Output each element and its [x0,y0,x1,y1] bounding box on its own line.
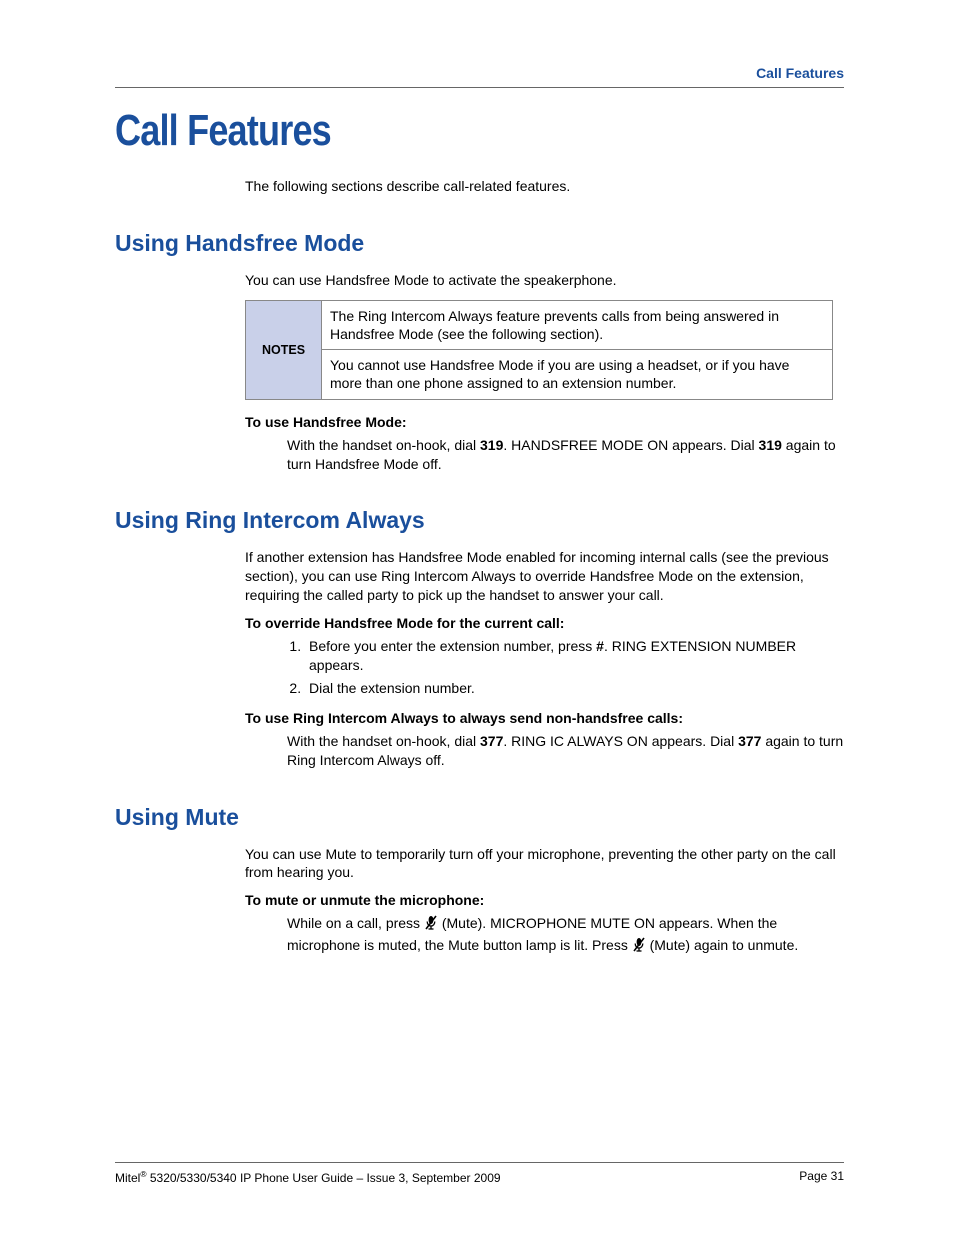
section-heading-mute: Using Mute [115,804,844,831]
numbered-list: Before you enter the extension number, p… [305,637,844,698]
step-heading: To use Handsfree Mode: [245,414,844,430]
section-heading-handsfree: Using Handsfree Mode [115,230,844,257]
ring-intro: If another extension has Handsfree Mode … [245,548,844,605]
key-hash: # [596,638,604,654]
mute-icon [424,915,438,936]
section-heading-ring: Using Ring Intercom Always [115,507,844,534]
footer-brand: Mitel [115,1171,140,1185]
dial-code: 319 [480,437,503,453]
document-page: Call Features Call Features The followin… [0,0,954,1235]
mute-icon [632,937,646,958]
note-item: The Ring Intercom Always feature prevent… [322,301,832,349]
step-heading: To mute or unmute the microphone: [245,892,844,908]
text-fragment: again to unmute. [690,937,798,953]
step-heading: To override Handsfree Mode for the curre… [245,615,844,631]
step-text: With the handset on-hook, dial 319. HAND… [287,436,844,474]
step-heading: To use Ring Intercom Always to always se… [245,710,844,726]
chapter-intro: The following sections describe call-rel… [245,178,844,194]
step-text: While on a call, press (Mute). MICROPHON… [287,914,844,958]
dial-code: 377 [480,733,503,749]
handsfree-intro: You can use Handsfree Mode to activate t… [245,271,844,290]
dial-code: 319 [759,437,782,453]
footer-left: Mitel® 5320/5330/5340 IP Phone User Guid… [115,1169,501,1185]
list-item: Dial the extension number. [305,679,844,698]
running-header: Call Features [115,65,844,81]
text-fragment: With the handset on-hook, dial [287,437,480,453]
dial-code: 377 [738,733,761,749]
footer-doc-info: 5320/5330/5340 IP Phone User Guide – Iss… [147,1171,501,1185]
section-ring-intercom: Using Ring Intercom Always If another ex… [115,507,844,769]
text-fragment: . HANDSFREE MODE ON appears. Dial [503,437,758,453]
text-fragment: Before you enter the extension number, p… [309,638,596,654]
page-footer: Mitel® 5320/5330/5340 IP Phone User Guid… [115,1162,844,1185]
step-text: With the handset on-hook, dial 377. RING… [287,732,844,770]
note-item: You cannot use Handsfree Mode if you are… [322,350,832,398]
text-fragment: . RING IC ALWAYS ON appears. Dial [503,733,738,749]
mute-intro: You can use Mute to temporarily turn off… [245,845,844,883]
page-number: Page 31 [799,1169,844,1185]
notes-box: NOTES The Ring Intercom Always feature p… [245,300,833,400]
text-fragment: While on a call, press [287,915,424,931]
header-rule [115,87,844,88]
notes-label: NOTES [246,300,322,399]
list-item: Before you enter the extension number, p… [305,637,844,675]
icon-label: (Mute) [442,915,482,931]
section-handsfree: Using Handsfree Mode You can use Handsfr… [115,230,844,473]
section-mute: Using Mute You can use Mute to temporari… [115,804,844,959]
footer-rule [115,1162,844,1163]
text-fragment: With the handset on-hook, dial [287,733,480,749]
icon-label: (Mute) [650,937,690,953]
chapter-title: Call Features [115,106,713,156]
